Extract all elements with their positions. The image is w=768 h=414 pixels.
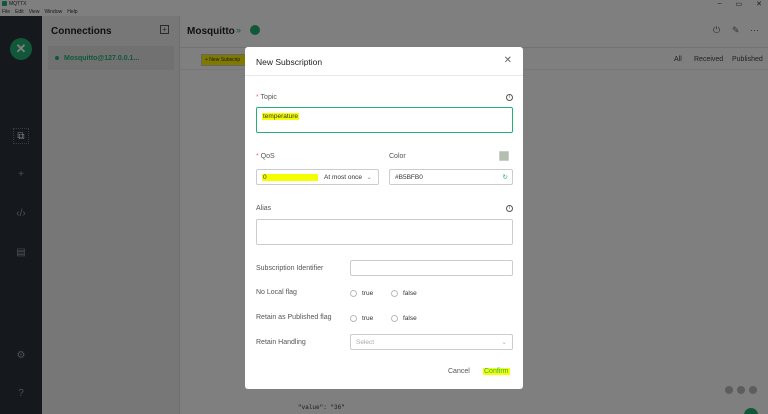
alias-label: Alias [256,205,272,212]
qos-label: * QoS [256,153,275,160]
color-input[interactable]: #B5BFB0 ↻ [389,169,513,185]
qos-select[interactable]: 0 At most once ⌄ [256,169,379,185]
sub-id-input[interactable] [350,260,513,276]
close-icon[interactable]: ✕ [504,55,512,66]
alias-info-icon[interactable]: i [506,205,513,212]
new-subscription-dialog: New Subscription ✕ * Topic i temperature… [245,47,523,389]
retain-handling-select[interactable]: Select ⌄ [350,334,513,350]
info-icon[interactable]: i [506,94,513,101]
alias-input[interactable] [256,219,513,245]
dialog-title: New Subscription [256,57,323,67]
confirm-button[interactable]: Confirm [483,368,510,375]
retain-pub-label: Retain as Published flag [256,314,332,321]
no-local-true-label: true [362,290,374,297]
color-label: Color [389,153,406,160]
chevron-down-icon: ⌄ [501,339,507,346]
retain-pub-true-radio[interactable] [350,315,357,322]
no-local-false-label: false [403,290,417,297]
retain-pub-false-label: false [403,315,417,322]
dialog-divider [245,75,523,76]
color-swatch[interactable] [499,151,509,161]
topic-input[interactable]: temperature [256,107,513,133]
retain-pub-true-label: true [362,315,374,322]
retain-handling-label: Retain Handling [256,339,306,346]
no-local-true-radio[interactable] [350,290,357,297]
chevron-down-icon: ⌄ [366,174,372,181]
topic-label: * Topic [256,94,277,101]
cancel-button[interactable]: Cancel [448,368,470,375]
retain-pub-false-radio[interactable] [391,315,398,322]
no-local-label: No Local flag [256,289,297,296]
refresh-color-icon: ↻ [502,174,508,181]
no-local-false-radio[interactable] [391,290,398,297]
sub-id-label: Subscription Identifier [256,265,324,272]
